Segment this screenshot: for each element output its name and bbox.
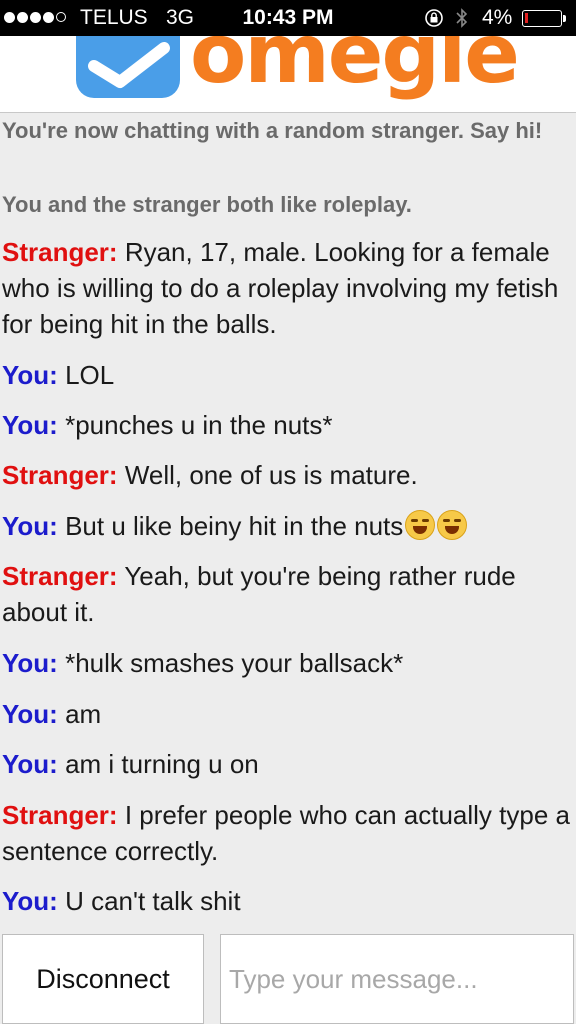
compose-bar: Disconnect — [0, 934, 576, 1024]
chat-message: Stranger: Well, one of us is mature. — [2, 457, 572, 493]
battery-percent: 4% — [482, 6, 513, 29]
message-text: U can't talk shit — [65, 886, 241, 916]
sender-label-stranger: Stranger: — [2, 460, 118, 490]
sender-label-you: You: — [2, 699, 58, 729]
message-input[interactable] — [220, 934, 574, 1024]
chat-message: You: But u like beiny hit in the nuts — [2, 508, 572, 544]
chat-message: You: *hulk smashes your ballsack* — [2, 645, 572, 681]
chat-message: You: am i turning u on — [2, 746, 572, 782]
message-text: *punches u in the nuts* — [65, 410, 333, 440]
chat-message: You: am — [2, 696, 572, 732]
chat-message: Stranger: I prefer people who can actual… — [2, 797, 572, 869]
app-header: omegle — [0, 36, 576, 113]
status-bar: TELUS 3G 10:43 PM 4% — [0, 0, 576, 36]
rotation-lock-icon — [425, 9, 443, 27]
sender-label-you: You: — [2, 886, 58, 916]
battery-icon — [522, 10, 562, 27]
sender-label-you: You: — [2, 749, 58, 779]
omegle-wordmark: omegle — [190, 36, 520, 102]
sender-label-stranger: Stranger: — [2, 237, 118, 267]
sender-label-stranger: Stranger: — [2, 800, 118, 830]
bluetooth-icon — [456, 8, 468, 28]
chat-message: You: U can't talk shit — [2, 883, 572, 919]
message-text: *hulk smashes your ballsack* — [65, 648, 404, 678]
laughing-emoji-icon — [405, 510, 436, 540]
sender-label-you: You: — [2, 511, 58, 541]
message-text: am — [65, 699, 102, 729]
chat-log: You're now chatting with a random strang… — [0, 112, 576, 934]
message-text: But u like beiny hit in the nuts — [65, 511, 404, 541]
chat-message: Stranger: Yeah, but you're being rather … — [2, 558, 572, 630]
omegle-logo-icon — [76, 36, 180, 98]
message-text: Well, one of us is mature. — [124, 460, 418, 490]
sender-label-stranger: Stranger: — [2, 561, 118, 591]
sender-label-you: You: — [2, 360, 58, 390]
system-message-common-interest: You and the stranger both like roleplay. — [2, 192, 412, 217]
laughing-emoji-icon — [437, 510, 468, 540]
message-text: LOL — [65, 360, 115, 390]
chat-message: You: *punches u in the nuts* — [2, 407, 572, 443]
sender-label-you: You: — [2, 648, 58, 678]
sender-label-you: You: — [2, 410, 58, 440]
message-text: am i turning u on — [65, 749, 259, 779]
battery-tip — [563, 15, 566, 22]
disconnect-button[interactable]: Disconnect — [2, 934, 204, 1024]
chat-message: You: LOL — [2, 357, 572, 393]
system-message-connected: You're now chatting with a random strang… — [2, 118, 543, 143]
chat-message: Stranger: Ryan, 17, male. Looking for a … — [2, 234, 572, 342]
